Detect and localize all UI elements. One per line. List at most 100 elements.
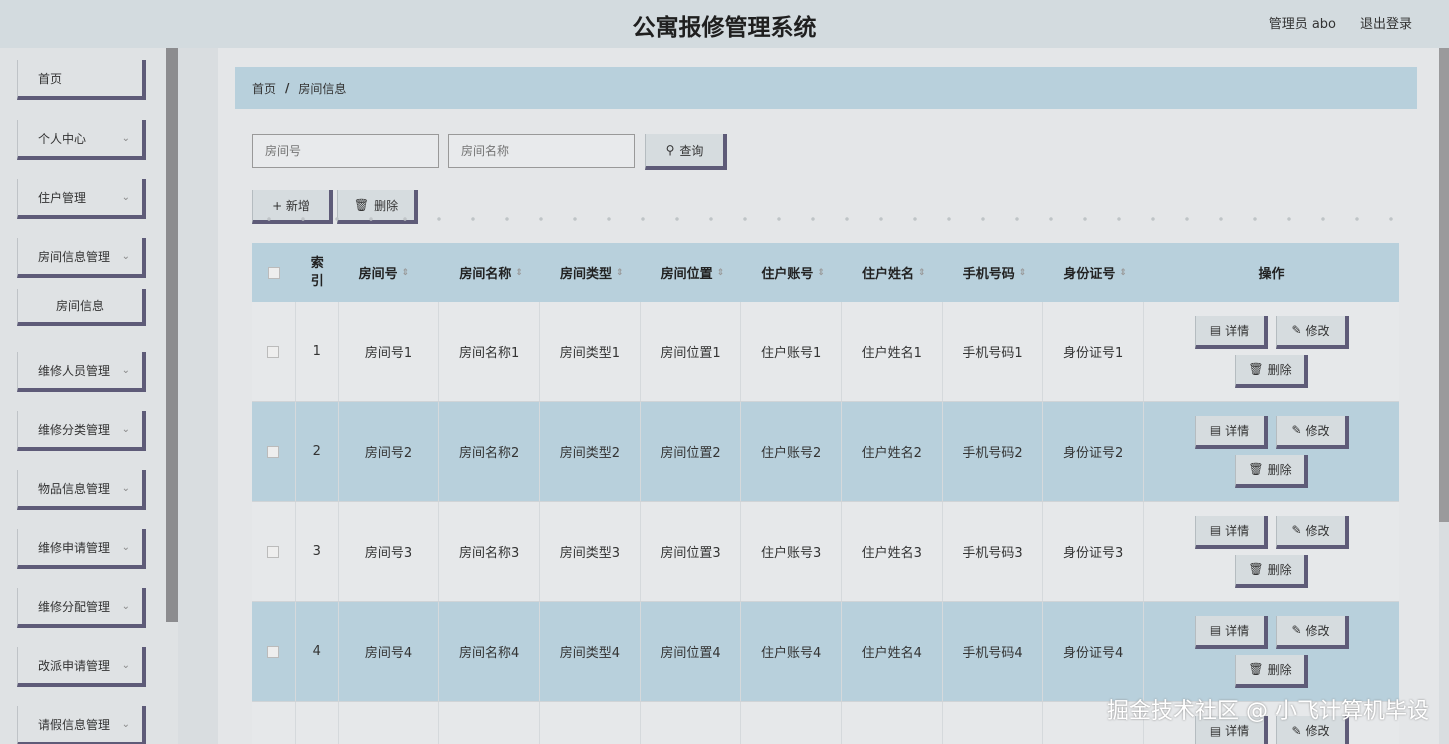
select-all-checkbox[interactable] bbox=[267, 266, 280, 279]
room-no-search-input[interactable] bbox=[252, 134, 439, 168]
table-cell: 房间位置2 bbox=[641, 402, 742, 501]
search-icon: ⚲ bbox=[665, 143, 675, 157]
sidebar-item-7[interactable]: 物品信息管理 ⌄ bbox=[17, 470, 146, 510]
header-resident-account[interactable]: 住户账号 ⇕ bbox=[741, 243, 842, 302]
sidebar-item-3[interactable]: 房间信息管理 ⌄ bbox=[17, 238, 146, 278]
table-cell: 房间类型4 bbox=[540, 602, 641, 701]
sidebar-item-label: 房间信息 bbox=[55, 299, 104, 313]
page-scrollbar[interactable] bbox=[1439, 48, 1449, 522]
delete-button[interactable]: 🗑 删除 bbox=[1235, 454, 1308, 488]
table-cell: 房间名称3 bbox=[439, 502, 541, 601]
table-cell: 房间号2 bbox=[339, 402, 440, 501]
decorative-dots bbox=[252, 214, 1402, 224]
table-row: 1 房间号1 房间名称1 房间类型1 房间位置1 住户账号1 住户姓名1 手机号码1 身份证号1… bbox=[252, 302, 1399, 402]
table-cell: 手机号码4 bbox=[943, 602, 1044, 701]
table-cell: 住户账号4 bbox=[741, 602, 842, 701]
table-cell: 住户账号2 bbox=[741, 402, 842, 501]
query-label: 查询 bbox=[679, 143, 704, 158]
sidebar-item-6[interactable]: 维修分类管理 ⌄ bbox=[17, 411, 146, 451]
row-checkbox[interactable] bbox=[267, 445, 280, 458]
pencil-icon: ✎ bbox=[1291, 323, 1302, 337]
sidebar-item-label: 个人中心 bbox=[38, 131, 87, 146]
pencil-icon: ✎ bbox=[1291, 523, 1302, 537]
sidebar-item-11[interactable]: 请假信息管理 ⌄ bbox=[17, 706, 146, 744]
document-icon: ▤ bbox=[1209, 423, 1222, 437]
query-button[interactable]: ⚲ 查询 bbox=[645, 134, 727, 170]
sidebar-item-2[interactable]: 住户管理 ⌄ bbox=[17, 179, 146, 219]
sort-icon: ⇕ bbox=[1119, 267, 1127, 278]
sidebar-item-9[interactable]: 维修分配管理 ⌄ bbox=[17, 588, 146, 628]
sidebar-item-5[interactable]: 维修人员管理 ⌄ bbox=[17, 352, 146, 392]
detail-button[interactable]: ▤ 详情 bbox=[1194, 615, 1268, 649]
detail-button[interactable]: ▤ 详情 bbox=[1194, 415, 1268, 449]
breadcrumb: 首页 / 房间信息 bbox=[235, 67, 1417, 109]
sort-icon: ⇕ bbox=[616, 267, 624, 278]
sidebar-item-1[interactable]: 个人中心 ⌄ bbox=[17, 120, 146, 160]
edit-button[interactable]: ✎ 修改 bbox=[1275, 515, 1349, 549]
delete-button[interactable]: 🗑 删除 bbox=[1235, 354, 1308, 388]
header-id-card[interactable]: 身份证号 ⇕ bbox=[1043, 243, 1144, 302]
document-icon: ▤ bbox=[1209, 723, 1222, 738]
batch-delete-label: 删除 bbox=[374, 198, 399, 213]
chevron-down-icon: ⌄ bbox=[121, 660, 130, 671]
sidebar-item-label: 住户管理 bbox=[38, 190, 87, 205]
detail-button[interactable]: ▤ 详情 bbox=[1194, 515, 1268, 549]
row-index: 1 bbox=[296, 302, 339, 401]
header-operations: 操作 bbox=[1258, 267, 1285, 282]
header-room-location[interactable]: 房间位置 ⇕ bbox=[641, 243, 742, 302]
sidebar-item-label: 维修申请管理 bbox=[38, 540, 111, 555]
edit-button[interactable]: ✎ 修改 bbox=[1275, 315, 1349, 349]
sidebar-item-8[interactable]: 维修申请管理 ⌄ bbox=[17, 529, 146, 569]
table-cell: 手机号码1 bbox=[943, 302, 1044, 401]
row-checkbox-cell bbox=[252, 602, 296, 701]
trash-icon: 🗑 bbox=[1248, 562, 1264, 576]
table-cell: 房间号4 bbox=[339, 602, 440, 701]
row-operations: ▤ 详情 ✎ 修改 🗑 删除 bbox=[1144, 302, 1399, 401]
chevron-down-icon: ⌄ bbox=[121, 365, 130, 376]
header-room-no[interactable]: 房间号 ⇕ bbox=[339, 243, 440, 302]
detail-button[interactable]: ▤ 详情 bbox=[1194, 315, 1268, 349]
room-name-search-input[interactable] bbox=[448, 134, 635, 168]
row-checkbox[interactable] bbox=[267, 645, 280, 658]
header-resident-name[interactable]: 住户姓名 ⇕ bbox=[842, 243, 943, 302]
row-checkbox-cell bbox=[252, 502, 296, 601]
table-row: 2 房间号2 房间名称2 房间类型2 房间位置2 住户账号2 住户姓名2 手机号码2 身份证号2… bbox=[252, 402, 1399, 502]
sidebar-item-10[interactable]: 改派申请管理 ⌄ bbox=[17, 647, 146, 687]
table-cell: 身份证号2 bbox=[1043, 402, 1144, 501]
row-index: 4 bbox=[296, 602, 339, 701]
sidebar-scrollbar[interactable] bbox=[166, 48, 178, 622]
current-user: 管理员 abo bbox=[1268, 17, 1336, 32]
header-room-type[interactable]: 房间类型 ⇕ bbox=[540, 243, 641, 302]
edit-button[interactable]: ✎ 修改 bbox=[1275, 615, 1349, 649]
document-icon: ▤ bbox=[1209, 623, 1222, 637]
sidebar-item-label: 首页 bbox=[38, 71, 63, 86]
row-checkbox-cell bbox=[252, 302, 296, 401]
chevron-down-icon: ⌄ bbox=[121, 424, 130, 435]
trash-icon: 🗑 bbox=[1248, 662, 1264, 676]
sidebar-item-4[interactable]: 房间信息 bbox=[17, 289, 146, 326]
header-room-name[interactable]: 房间名称 ⇕ bbox=[439, 243, 540, 302]
breadcrumb-home[interactable]: 首页 bbox=[252, 80, 276, 97]
table-cell: 身份证号3 bbox=[1043, 502, 1144, 601]
row-checkbox[interactable] bbox=[267, 345, 280, 358]
header-phone[interactable]: 手机号码 ⇕ bbox=[943, 243, 1044, 302]
logout-link[interactable]: 退出登录 bbox=[1360, 13, 1412, 32]
trash-icon: 🗑 bbox=[1248, 462, 1264, 476]
sidebar-item-0[interactable]: 首页 bbox=[17, 60, 146, 100]
table-cell: 住户账号1 bbox=[741, 302, 842, 401]
chevron-down-icon: ⌄ bbox=[121, 719, 130, 730]
delete-button[interactable]: 🗑 删除 bbox=[1235, 654, 1308, 688]
sidebar-item-label: 改派申请管理 bbox=[38, 658, 111, 673]
sort-icon: ⇕ bbox=[817, 267, 825, 278]
edit-button[interactable]: ✎ 修改 bbox=[1275, 415, 1349, 449]
table-cell: 房间位置4 bbox=[641, 602, 742, 701]
sort-icon: ⇕ bbox=[716, 267, 725, 278]
chevron-down-icon: ⌄ bbox=[121, 251, 130, 262]
table-cell: 住户姓名4 bbox=[842, 602, 943, 701]
row-checkbox[interactable] bbox=[267, 545, 280, 558]
delete-button[interactable]: 🗑 删除 bbox=[1235, 554, 1308, 588]
chevron-down-icon: ⌄ bbox=[121, 601, 130, 612]
sidebar-item-label: 请假信息管理 bbox=[38, 717, 111, 732]
chevron-down-icon: ⌄ bbox=[121, 192, 130, 203]
top-header: 公寓报修管理系统 管理员 abo 退出登录 bbox=[0, 0, 1449, 48]
